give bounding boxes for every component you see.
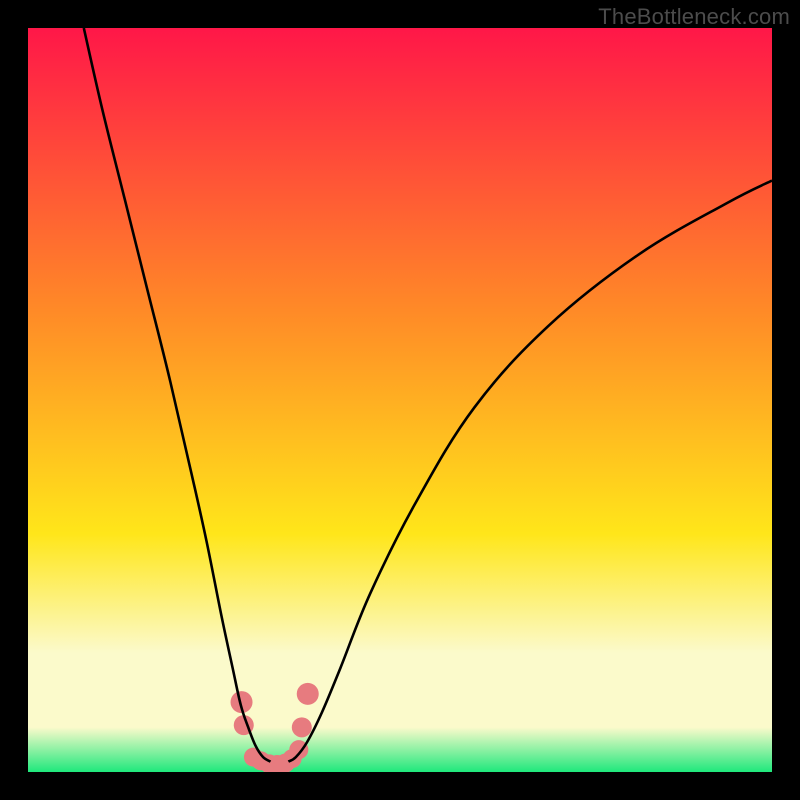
bottleneck-chart <box>28 28 772 772</box>
gradient-background <box>28 28 772 772</box>
watermark-text: TheBottleneck.com <box>598 4 790 30</box>
chart-frame: TheBottleneck.com <box>0 0 800 800</box>
data-marker <box>297 683 319 705</box>
plot-area <box>28 28 772 772</box>
data-marker <box>292 717 312 737</box>
